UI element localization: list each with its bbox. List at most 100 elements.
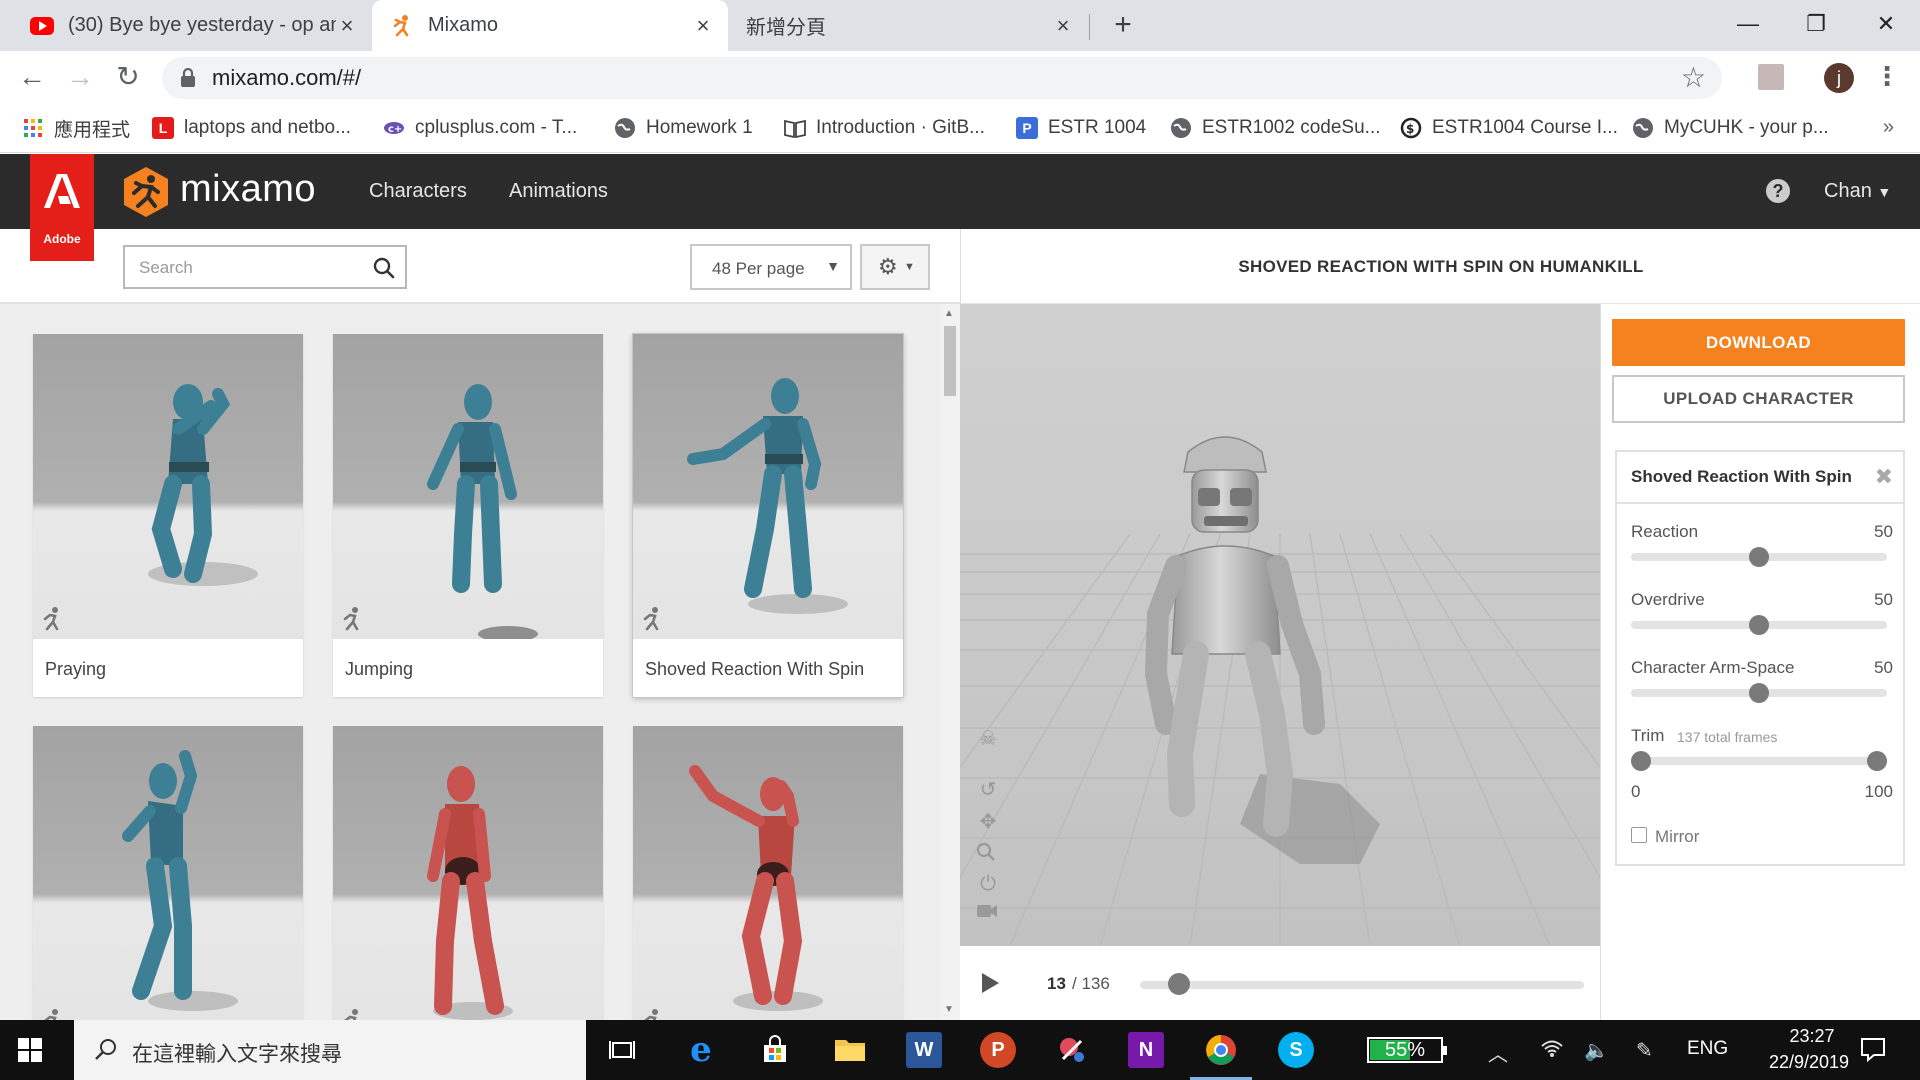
help-icon[interactable]: ?: [1766, 179, 1790, 203]
per-page-select[interactable]: 48 Per page ▼: [690, 244, 852, 290]
input-language[interactable]: ENG: [1687, 1038, 1728, 1060]
mixamo-logo-text[interactable]: mixamo: [180, 168, 316, 211]
scroll-down-icon[interactable]: ▼: [944, 1004, 954, 1015]
timeline-playhead[interactable]: [1168, 973, 1191, 995]
address-bar[interactable]: mixamo.com/#/ ☆: [162, 57, 1722, 99]
profile-avatar[interactable]: j: [1824, 63, 1854, 93]
mixamo-logo-icon[interactable]: [122, 166, 170, 218]
play-icon[interactable]: [980, 972, 1000, 994]
zoom-icon[interactable]: [976, 842, 1000, 866]
skype-icon[interactable]: S: [1278, 1032, 1314, 1068]
user-name: Chan: [1824, 180, 1872, 202]
notification-icon[interactable]: [1858, 1034, 1888, 1064]
powerpoint-icon[interactable]: P: [980, 1032, 1016, 1068]
bookmark-gitbook[interactable]: Introduction · GitB...: [784, 116, 985, 140]
param-label-overdrive: Overdrive: [1631, 590, 1705, 609]
animation-card[interactable]: [633, 726, 903, 1020]
bookmark-mycuhk[interactable]: MyCUHK - your p...: [1632, 116, 1829, 140]
onenote-icon[interactable]: N: [1128, 1032, 1164, 1068]
new-tab-button[interactable]: +: [1108, 10, 1138, 40]
animation-name: Praying: [45, 659, 107, 679]
bookmark-estr1004[interactable]: P ESTR 1004: [1016, 116, 1146, 140]
bookmark-laptops[interactable]: L laptops and netbo...: [152, 116, 351, 140]
reload-icon[interactable]: ↻: [110, 59, 146, 95]
bookmarks-overflow-button[interactable]: »: [1883, 116, 1894, 139]
snipping-tool-icon[interactable]: [1054, 1032, 1090, 1068]
edge-icon[interactable]: e: [683, 1030, 719, 1070]
trim-range-track[interactable]: [1631, 757, 1887, 765]
tab-youtube[interactable]: (30) Bye bye yesterday - op ans ×: [12, 0, 372, 51]
timeline-track[interactable]: [1140, 981, 1584, 989]
user-menu[interactable]: Chan ▼: [1824, 180, 1891, 203]
upload-character-button[interactable]: UPLOAD CHARACTER: [1612, 375, 1905, 423]
restore-icon[interactable]: ❐: [1796, 6, 1836, 42]
task-view-icon[interactable]: [604, 1032, 640, 1068]
chevron-up-icon[interactable]: ︿: [1488, 1038, 1508, 1067]
close-tab-icon[interactable]: ×: [336, 14, 358, 37]
bookmark-star-icon[interactable]: ☆: [1681, 61, 1706, 94]
adobe-label: Adobe: [43, 232, 81, 246]
nav-animations[interactable]: Animations: [509, 180, 608, 203]
cplusplus-icon: c+: [383, 117, 405, 139]
animation-card-jumping[interactable]: Jumping: [333, 334, 603, 697]
adobe-logo[interactable]: Adobe: [30, 154, 94, 261]
animation-card-praying[interactable]: Praying: [33, 334, 303, 697]
chrome-icon[interactable]: [1203, 1032, 1239, 1068]
rotate-icon[interactable]: ↺: [976, 778, 1000, 802]
download-button[interactable]: DOWNLOAD: [1612, 319, 1905, 366]
pen-icon[interactable]: ✎: [1636, 1038, 1653, 1063]
animation-name: Jumping: [345, 659, 414, 679]
clock-date[interactable]: 22/9/2019: [1744, 1052, 1874, 1073]
pdf-extension-icon[interactable]: [1758, 64, 1784, 90]
pan-icon[interactable]: ✥: [976, 810, 1000, 834]
trim-end-handle[interactable]: [1867, 751, 1887, 771]
tab-mixamo[interactable]: Mixamo ×: [372, 0, 728, 51]
close-icon[interactable]: ✖: [1875, 464, 1893, 490]
close-tab-icon[interactable]: ×: [1052, 14, 1074, 37]
bookmark-cplusplus[interactable]: c+ cplusplus.com - T...: [383, 116, 577, 140]
minimize-icon[interactable]: —: [1728, 6, 1768, 42]
animation-card[interactable]: [33, 726, 303, 1020]
clock-time[interactable]: 23:27: [1764, 1026, 1860, 1047]
volume-icon[interactable]: 🔈: [1584, 1038, 1609, 1063]
grid-scrollbar[interactable]: ▲ ▼: [940, 304, 960, 1020]
bookmark-apps[interactable]: 應用程式: [22, 116, 130, 141]
bookmark-estr1002[interactable]: ESTR1002 codeSu...: [1170, 116, 1381, 140]
wifi-icon[interactable]: [1540, 1038, 1564, 1058]
search-icon[interactable]: [373, 257, 395, 279]
slider-thumb-overdrive[interactable]: [1749, 615, 1769, 635]
windows-start-icon[interactable]: [18, 1038, 42, 1062]
slider-thumb-reaction[interactable]: [1749, 547, 1769, 567]
window-close-icon[interactable]: ✕: [1866, 6, 1906, 42]
tab-new-tab[interactable]: 新增分頁 ×: [728, 0, 1088, 51]
forward-arrow-icon[interactable]: →: [62, 59, 98, 95]
browser-menu-icon[interactable]: ⋮: [1874, 63, 1900, 89]
tab-divider: [1089, 14, 1090, 40]
browse-settings-button[interactable]: ⚙ ▼: [860, 244, 930, 290]
chevron-down-icon: ▼: [1877, 184, 1892, 200]
scrollbar-thumb[interactable]: [944, 326, 956, 396]
close-tab-icon[interactable]: ×: [692, 14, 714, 37]
mirror-checkbox[interactable]: [1631, 827, 1647, 843]
bookmark-estr1004-course[interactable]: $ ESTR1004 Course I...: [1400, 116, 1618, 140]
slider-thumb-arm-space[interactable]: [1749, 683, 1769, 703]
taskbar-search-box[interactable]: 在這裡輸入文字來搜尋: [74, 1020, 586, 1080]
bookmark-homework[interactable]: Homework 1: [614, 116, 753, 140]
search-input[interactable]: Search: [123, 245, 407, 289]
nav-characters[interactable]: Characters: [369, 180, 467, 203]
animation-card[interactable]: [333, 726, 603, 1020]
store-icon[interactable]: [757, 1032, 793, 1068]
globe-icon: [614, 117, 636, 139]
word-icon[interactable]: W: [906, 1032, 942, 1068]
file-explorer-icon[interactable]: [832, 1032, 868, 1068]
back-arrow-icon[interactable]: ←: [14, 59, 50, 95]
reset-power-icon[interactable]: ⏻: [976, 872, 1000, 896]
scroll-up-icon[interactable]: ▲: [944, 308, 954, 319]
animation-card-shoved-reaction[interactable]: Shoved Reaction With Spin: [633, 334, 903, 697]
tab-title: Mixamo: [428, 14, 499, 36]
trim-start-handle[interactable]: [1631, 751, 1651, 771]
battery-indicator[interactable]: 55%: [1367, 1037, 1447, 1063]
skeleton-icon[interactable]: ☠: [976, 727, 1000, 751]
camera-icon[interactable]: [976, 903, 1000, 927]
3d-viewport[interactable]: [960, 304, 1600, 946]
